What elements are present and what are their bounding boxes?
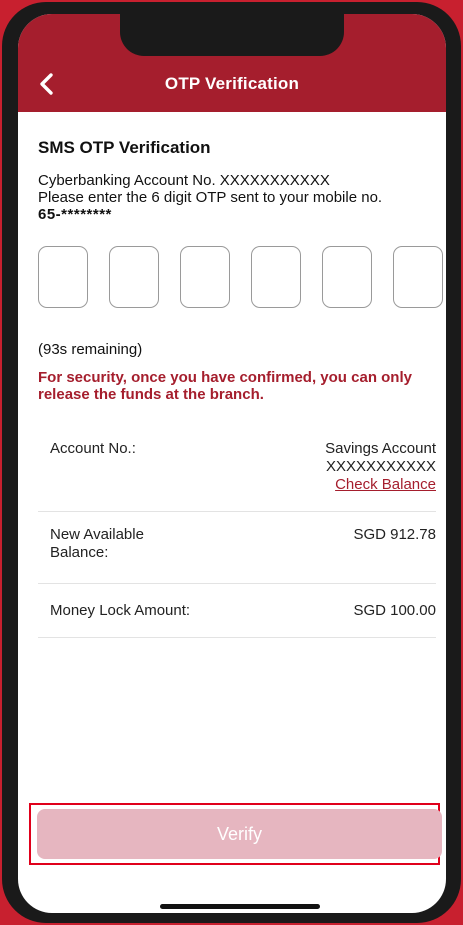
section-title: SMS OTP Verification: [38, 138, 211, 157]
account-label: Account No.:: [50, 440, 136, 457]
masked-mobile-number: 65-********: [38, 206, 112, 223]
account-line: Cyberbanking Account No. XXXXXXXXXXX: [38, 172, 330, 189]
phone-frame: OTP Verification SMS OTP Verification Cy…: [2, 2, 461, 923]
account-value: Savings Account XXXXXXXXXXX Check Balanc…: [325, 440, 436, 494]
balance-label: New Available Balance:: [50, 526, 144, 561]
app-header: OTP Verification: [18, 14, 446, 112]
otp-digit-2[interactable]: [109, 246, 159, 308]
otp-digit-3[interactable]: [180, 246, 230, 308]
money-lock-value: SGD 100.00: [353, 602, 436, 619]
security-warning: For security, once you have confirmed, y…: [38, 369, 412, 403]
otp-digit-5[interactable]: [322, 246, 372, 308]
otp-timer: (93s remaining): [38, 341, 143, 358]
otp-info: SMS OTP Verification Cyberbanking Accoun…: [38, 138, 438, 223]
screen: OTP Verification SMS OTP Verification Cy…: [18, 14, 446, 913]
otp-instruction: Please enter the 6 digit OTP sent to you…: [38, 189, 383, 206]
money-lock-label: Money Lock Amount:: [50, 602, 191, 619]
balance-row: New Available Balance: SGD 912.78: [38, 512, 436, 584]
page-title: OTP Verification: [164, 74, 300, 93]
verify-button[interactable]: Verify: [37, 809, 442, 859]
phone-notch: [120, 14, 344, 56]
otp-digit-4[interactable]: [251, 246, 301, 308]
otp-input-row: [38, 246, 446, 312]
account-number: XXXXXXXXXXX: [325, 458, 436, 475]
account-row: Account No.: Savings Account XXXXXXXXXXX…: [38, 426, 436, 512]
home-indicator[interactable]: [160, 904, 320, 909]
check-balance-link[interactable]: Check Balance: [325, 476, 436, 494]
details-list: Account No.: Savings Account XXXXXXXXXXX…: [38, 426, 436, 638]
money-lock-row: Money Lock Amount: SGD 100.00: [38, 584, 436, 638]
balance-value: SGD 912.78: [353, 526, 436, 543]
otp-digit-1[interactable]: [38, 246, 88, 308]
account-type: Savings Account: [325, 440, 436, 457]
otp-digit-6[interactable]: [393, 246, 443, 308]
